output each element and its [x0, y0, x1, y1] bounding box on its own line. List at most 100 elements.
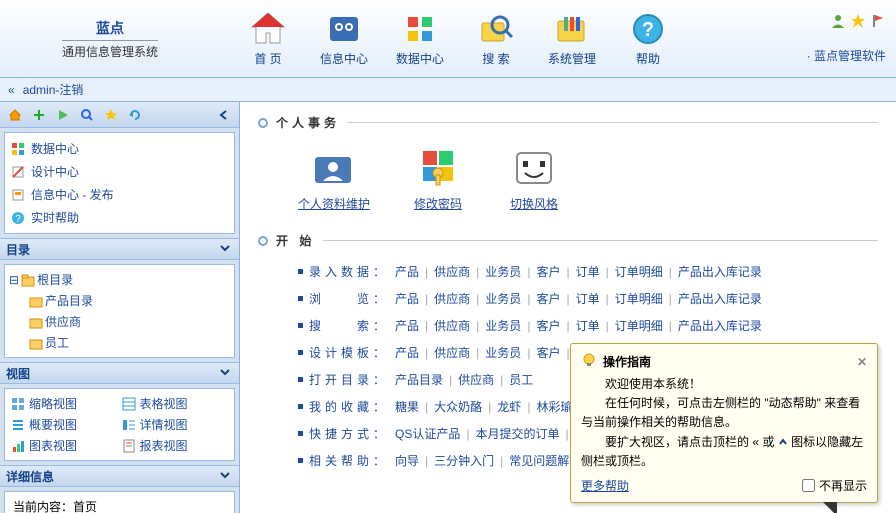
- link[interactable]: 供应商: [434, 317, 470, 334]
- link[interactable]: 产品: [395, 344, 419, 361]
- collapse-icon[interactable]: [219, 366, 233, 380]
- link[interactable]: 业务员: [485, 263, 521, 280]
- link[interactable]: 产品目录: [395, 371, 443, 388]
- svg-text:?: ?: [15, 214, 21, 225]
- link[interactable]: 客户: [536, 263, 560, 280]
- detail-title: 详细信息: [0, 465, 239, 487]
- tool-refresh[interactable]: [124, 105, 146, 125]
- link[interactable]: 向导: [395, 452, 419, 469]
- link[interactable]: 林彩瑜: [536, 398, 572, 415]
- nav-data[interactable]: 数据中心: [382, 6, 458, 71]
- link[interactable]: 订单: [576, 263, 600, 280]
- dont-show-checkbox[interactable]: 不再显示: [802, 477, 867, 494]
- quick-design[interactable]: 设计中心: [11, 160, 228, 183]
- link[interactable]: 客户: [536, 317, 560, 334]
- quick-help[interactable]: ?实时帮助: [11, 206, 228, 229]
- user-icon[interactable]: [830, 13, 846, 29]
- tool-star[interactable]: [100, 105, 122, 125]
- link[interactable]: 本月提交的订单: [475, 425, 559, 442]
- tool-home[interactable]: [4, 105, 26, 125]
- view-report[interactable]: 报表视图: [122, 437, 229, 454]
- link[interactable]: 三分钟入门: [434, 452, 494, 469]
- logout-link[interactable]: 注销: [59, 81, 83, 98]
- tool-collapse[interactable]: [213, 105, 235, 125]
- link[interactable]: 产品: [395, 290, 419, 307]
- link[interactable]: 业务员: [485, 344, 521, 361]
- tool-search[interactable]: [76, 105, 98, 125]
- link[interactable]: 产品出入库记录: [678, 263, 762, 280]
- card-profile[interactable]: 个人资料维护: [298, 145, 370, 212]
- bulb-icon: [581, 352, 597, 371]
- tool-play[interactable]: [52, 105, 74, 125]
- collapse-arrow[interactable]: «: [8, 83, 15, 97]
- section-start: 开 始: [258, 232, 878, 249]
- tree-suppliers[interactable]: 供应商: [9, 311, 230, 332]
- bullet-icon: [258, 118, 268, 128]
- view-summary[interactable]: 概要视图: [11, 416, 118, 433]
- collapse-icon[interactable]: [219, 242, 233, 256]
- nav-info[interactable]: 信息中心: [306, 6, 382, 71]
- catalog-tree: ⊟根目录 产品目录 供应商 员工: [4, 264, 235, 358]
- sidebar: 数据中心 设计中心 信息中心 - 发布 ?实时帮助 目录 ⊟根目录 产品目录 供…: [0, 102, 240, 513]
- tool-add[interactable]: [28, 105, 50, 125]
- link-row: 浏 览：产品 | 供应商 | 业务员 | 客户 | 订单 | 订单明细 | 产品…: [298, 290, 878, 307]
- collapse-icon[interactable]: [219, 469, 233, 483]
- theme-icon: [506, 145, 562, 189]
- link[interactable]: 产品: [395, 317, 419, 334]
- star-icon[interactable]: [850, 13, 866, 29]
- link[interactable]: 员工: [509, 371, 533, 388]
- user-name[interactable]: admin: [23, 83, 56, 97]
- link[interactable]: QS认证产品: [395, 425, 460, 442]
- view-chart[interactable]: 图表视图: [11, 437, 118, 454]
- nav-search[interactable]: 搜 索: [458, 6, 534, 71]
- link[interactable]: 供应商: [434, 344, 470, 361]
- view-thumb[interactable]: 缩略视图: [11, 395, 118, 412]
- system-icon: [552, 10, 592, 48]
- link[interactable]: 客户: [536, 344, 560, 361]
- nav-system[interactable]: 系统管理: [534, 6, 610, 71]
- view-table[interactable]: 表格视图: [122, 395, 229, 412]
- link[interactable]: 业务员: [485, 290, 521, 307]
- bullet-icon: [258, 236, 268, 246]
- link[interactable]: 订单: [576, 317, 600, 334]
- main: 个人事务 个人资料维护 修改密码 切换风格 开 始 录入数据：产品 | 供应商 …: [240, 102, 896, 513]
- nav-home[interactable]: 首 页: [230, 6, 306, 71]
- link[interactable]: 客户: [536, 290, 560, 307]
- link[interactable]: 订单: [576, 290, 600, 307]
- close-icon[interactable]: ✕: [857, 355, 867, 369]
- more-help-link[interactable]: 更多帮助: [581, 477, 629, 494]
- header-right: · 蓝点管理软件: [807, 13, 886, 64]
- quick-data[interactable]: 数据中心: [11, 137, 228, 160]
- tree-staff[interactable]: 员工: [9, 332, 230, 353]
- view-title: 视图: [0, 362, 239, 384]
- section-personal: 个人事务: [258, 114, 878, 131]
- help-icon: ?: [628, 10, 668, 48]
- view-detail[interactable]: 详情视图: [122, 416, 229, 433]
- link[interactable]: 供应商: [434, 290, 470, 307]
- link[interactable]: 糖果: [395, 398, 419, 415]
- link[interactable]: 订单明细: [615, 317, 663, 334]
- link[interactable]: 业务员: [485, 317, 521, 334]
- card-theme[interactable]: 切换风格: [506, 145, 562, 212]
- quick-info[interactable]: 信息中心 - 发布: [11, 183, 228, 206]
- quick-links: 数据中心 设计中心 信息中心 - 发布 ?实时帮助: [4, 132, 235, 234]
- link[interactable]: 供应商: [434, 263, 470, 280]
- info-icon: [324, 10, 364, 48]
- header-link[interactable]: · 蓝点管理软件: [807, 49, 886, 63]
- tooltip-title: 操作指南: [603, 353, 651, 370]
- link[interactable]: 产品: [395, 263, 419, 280]
- flag-icon[interactable]: [870, 13, 886, 29]
- link[interactable]: 产品出入库记录: [678, 317, 762, 334]
- link[interactable]: 产品出入库记录: [678, 290, 762, 307]
- nav-help[interactable]: ? 帮助: [610, 6, 686, 71]
- link[interactable]: 供应商: [458, 371, 494, 388]
- logo-title: 蓝点: [10, 18, 210, 38]
- tree-root[interactable]: ⊟根目录: [9, 269, 230, 290]
- tree-products[interactable]: 产品目录: [9, 290, 230, 311]
- link[interactable]: 龙虾: [497, 398, 521, 415]
- link[interactable]: 订单明细: [615, 263, 663, 280]
- logo-subtitle: 通用信息管理系统: [62, 40, 158, 60]
- link[interactable]: 订单明细: [615, 290, 663, 307]
- link[interactable]: 大众奶酪: [434, 398, 482, 415]
- card-password[interactable]: 修改密码: [410, 145, 466, 212]
